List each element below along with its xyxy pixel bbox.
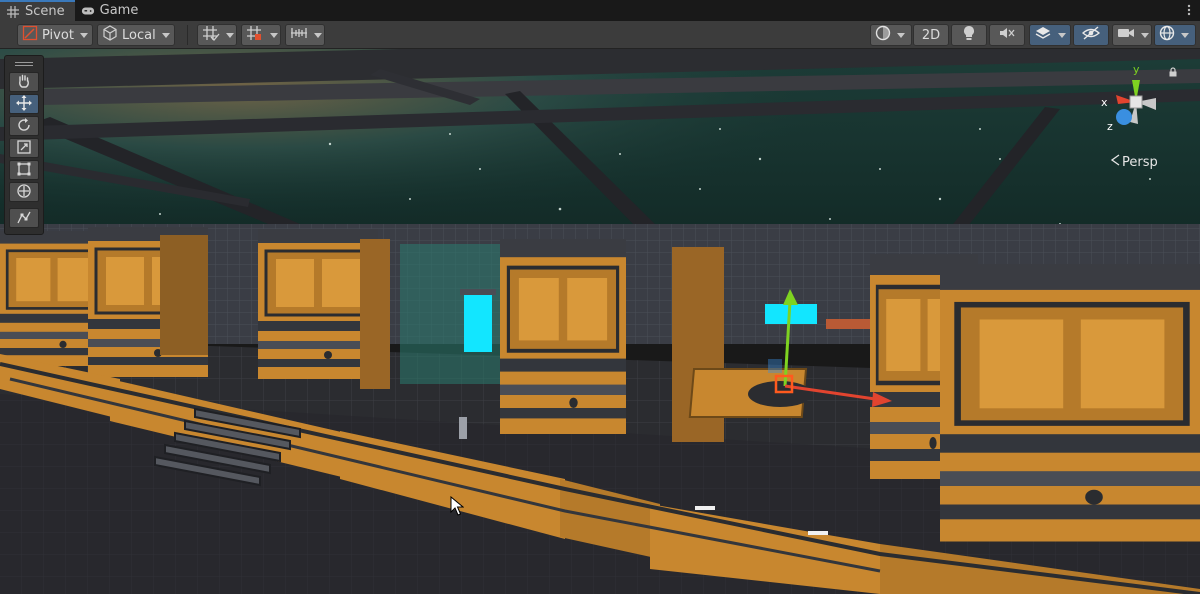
chevron-down-icon xyxy=(270,32,278,38)
local-cube-icon xyxy=(102,25,118,45)
tab-game-label: Game xyxy=(99,3,139,18)
scene-viewport[interactable] xyxy=(0,49,1200,594)
shading-mode-dropdown[interactable] xyxy=(870,24,912,46)
pivot-label: Pivot xyxy=(42,27,74,43)
local-dropdown[interactable]: Local xyxy=(97,24,175,46)
gizmo-axis-x: x xyxy=(1101,96,1108,109)
increment-snap-dropdown[interactable] xyxy=(241,24,281,46)
tab-scene[interactable]: Scene xyxy=(0,0,75,21)
chevron-down-icon xyxy=(226,32,234,38)
projection-toggle[interactable]: Persp xyxy=(1110,154,1158,170)
hand-tool-button[interactable] xyxy=(9,72,39,92)
toggle-2d-button[interactable]: 2D xyxy=(913,24,949,46)
gizmos-dropdown[interactable] xyxy=(1154,24,1196,46)
transform-tool-icon xyxy=(16,183,32,202)
scene-toolbar: Pivot Local 2D xyxy=(0,21,1200,49)
scene-visibility-icon xyxy=(1081,26,1101,44)
chevron-down-icon xyxy=(161,32,170,38)
scene-render xyxy=(0,49,1200,594)
transform-tool-button[interactable] xyxy=(9,182,39,202)
increment-snap-icon xyxy=(246,25,264,45)
toggle-2d-label: 2D xyxy=(921,27,941,43)
tab-game[interactable]: Game xyxy=(75,0,149,21)
rect-tool-icon xyxy=(16,161,32,180)
kebab-menu-icon[interactable] xyxy=(1184,3,1194,17)
effects-icon xyxy=(1034,25,1052,45)
ruler-icon xyxy=(290,25,308,45)
chevron-down-icon xyxy=(314,32,322,38)
mouse-cursor-icon xyxy=(450,495,465,516)
effects-dropdown[interactable] xyxy=(1029,24,1071,46)
chevron-down-icon xyxy=(1181,32,1189,38)
rect-tool-button[interactable] xyxy=(9,160,39,180)
camera-dropdown[interactable] xyxy=(1112,24,1152,46)
chevron-left-icon xyxy=(1110,154,1120,170)
scale-tool-button[interactable] xyxy=(9,138,39,158)
tab-scene-label: Scene xyxy=(25,4,65,19)
light-bulb-icon xyxy=(962,25,976,45)
audio-toggle-button[interactable] xyxy=(989,24,1025,46)
gizmos-icon xyxy=(1159,25,1175,45)
move-tool-button[interactable] xyxy=(9,94,39,114)
shading-sphere-icon xyxy=(875,25,891,45)
grid-snap-icon xyxy=(202,25,220,45)
chevron-down-icon xyxy=(79,32,88,38)
grid-icon xyxy=(6,5,20,19)
palette-drag-handle[interactable] xyxy=(5,58,43,70)
audio-mute-icon xyxy=(999,26,1015,44)
chevron-down-icon xyxy=(1058,32,1066,38)
grid-snap-dropdown[interactable] xyxy=(197,24,237,46)
scene-visibility-button[interactable] xyxy=(1073,24,1109,46)
pivot-icon xyxy=(22,25,38,45)
hand-tool-icon xyxy=(16,73,32,92)
pivot-dropdown[interactable]: Pivot xyxy=(17,24,93,46)
camera-icon xyxy=(1117,26,1135,44)
chevron-down-icon xyxy=(897,32,905,38)
move-tool-icon xyxy=(16,94,32,114)
lighting-toggle-button[interactable] xyxy=(951,24,987,46)
custom-tool-icon xyxy=(16,209,32,228)
gizmo-axis-y: y xyxy=(1133,63,1140,76)
rotate-tool-button[interactable] xyxy=(9,116,39,136)
ruler-dropdown[interactable] xyxy=(285,24,325,46)
scale-tool-icon xyxy=(16,139,32,158)
local-label: Local xyxy=(122,27,156,43)
custom-tool-button[interactable] xyxy=(9,208,39,228)
toolbar-divider xyxy=(187,25,188,45)
rotate-tool-icon xyxy=(16,117,32,136)
tool-palette xyxy=(4,55,44,235)
chevron-down-icon xyxy=(1141,32,1149,38)
gizmo-axis-z: z xyxy=(1107,120,1113,133)
projection-label: Persp xyxy=(1122,154,1158,170)
tab-bar: Scene Game xyxy=(0,0,1200,21)
orientation-gizmo[interactable]: y x z xyxy=(1096,62,1176,142)
gamepad-icon xyxy=(81,4,95,18)
